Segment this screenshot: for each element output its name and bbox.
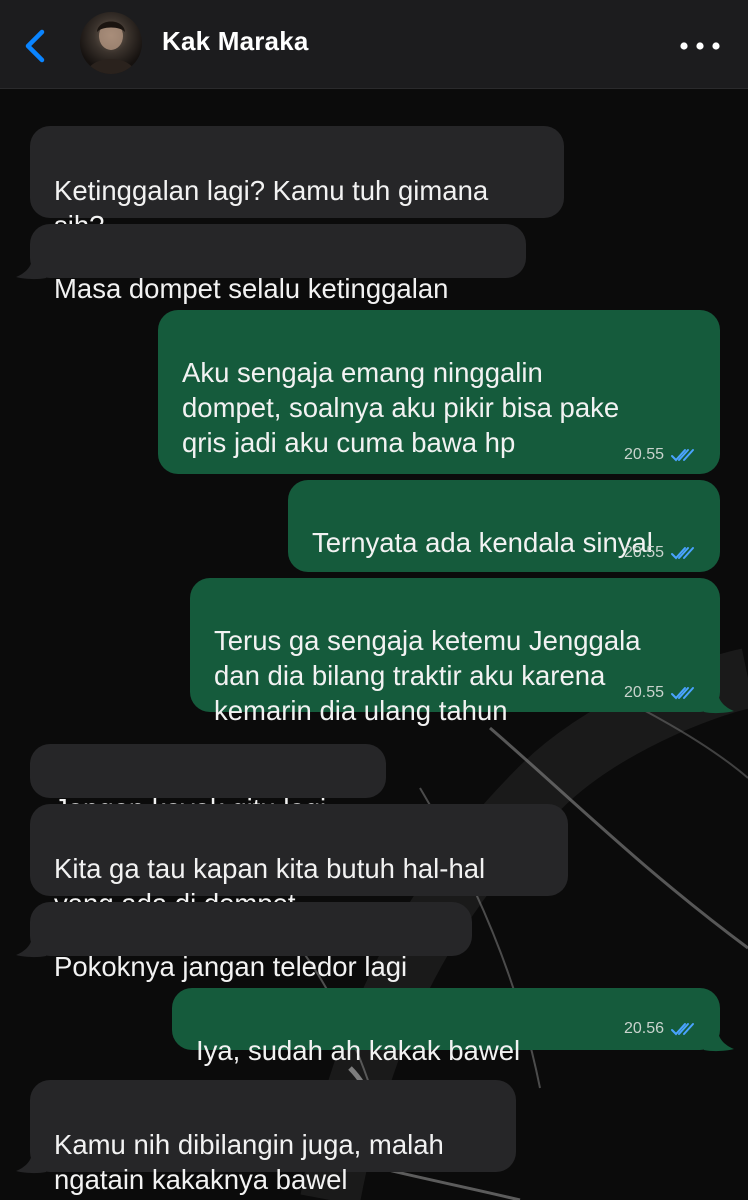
message-time: 20.55: [623, 684, 664, 701]
message-meta: 20.55: [624, 684, 696, 702]
outgoing-message[interactable]: Aku sengaja emang ninggalin dompet, soal…: [158, 310, 720, 474]
bubble-tail: [704, 1030, 734, 1052]
bubble-tail: [16, 936, 46, 958]
message-text: Masa dompet selalu ketinggalan: [54, 273, 449, 304]
bubble-tail: [16, 258, 46, 280]
incoming-message[interactable]: Pokoknya jangan teledor lagi: [30, 902, 472, 982]
bubble-tail: [16, 1152, 46, 1174]
double-check-read-icon: [671, 1023, 694, 1036]
incoming-message[interactable]: Kita ga tau kapan kita butuh hal-hal yan…: [30, 804, 568, 919]
message-text: Ternyata ada kendala sinyal: [312, 527, 653, 558]
incoming-message[interactable]: Ketinggalan lagi? Kamu tuh gimana sih?: [30, 126, 564, 241]
message-text: Terus ga sengaja ketemu Jenggala dan dia…: [214, 625, 641, 726]
outgoing-message[interactable]: Iya, sudah ah kakak bawel 20.56: [172, 988, 720, 1066]
avatar[interactable]: [80, 12, 142, 74]
incoming-message[interactable]: Masa dompet selalu ketinggalan: [30, 224, 526, 304]
message-text: Iya, sudah ah kakak bawel: [196, 1035, 521, 1066]
message-meta: 20.55: [624, 446, 696, 464]
chat-header: Kak Maraka: [0, 0, 748, 89]
message-text: Pokoknya jangan teledor lagi: [54, 951, 408, 982]
contact-name[interactable]: Kak Maraka: [162, 26, 309, 57]
double-check-read-icon: [671, 449, 694, 462]
message-time: 20.56: [623, 1020, 664, 1037]
message-meta: 20.55: [624, 544, 696, 562]
chevron-left-icon[interactable]: [18, 26, 52, 66]
message-meta: 20.56: [624, 1020, 696, 1038]
message-time: 20.55: [623, 446, 664, 463]
double-check-read-icon: [671, 687, 694, 700]
message-time: 20.55: [623, 544, 664, 561]
bubble-tail: [704, 692, 734, 714]
double-check-read-icon: [671, 547, 694, 560]
more-dots-icon[interactable]: [676, 34, 726, 58]
outgoing-message[interactable]: Ternyata ada kendala sinyal 20.55: [288, 480, 720, 572]
avatar-photo: [86, 21, 136, 74]
incoming-message[interactable]: Kamu nih dibilangin juga, malah ngatain …: [30, 1080, 516, 1195]
incoming-message[interactable]: Jangan kayak gitu lagi: [30, 744, 386, 824]
message-text: Aku sengaja emang ninggalin dompet, soal…: [182, 357, 620, 458]
outgoing-message[interactable]: Terus ga sengaja ketemu Jenggala dan dia…: [190, 578, 720, 726]
